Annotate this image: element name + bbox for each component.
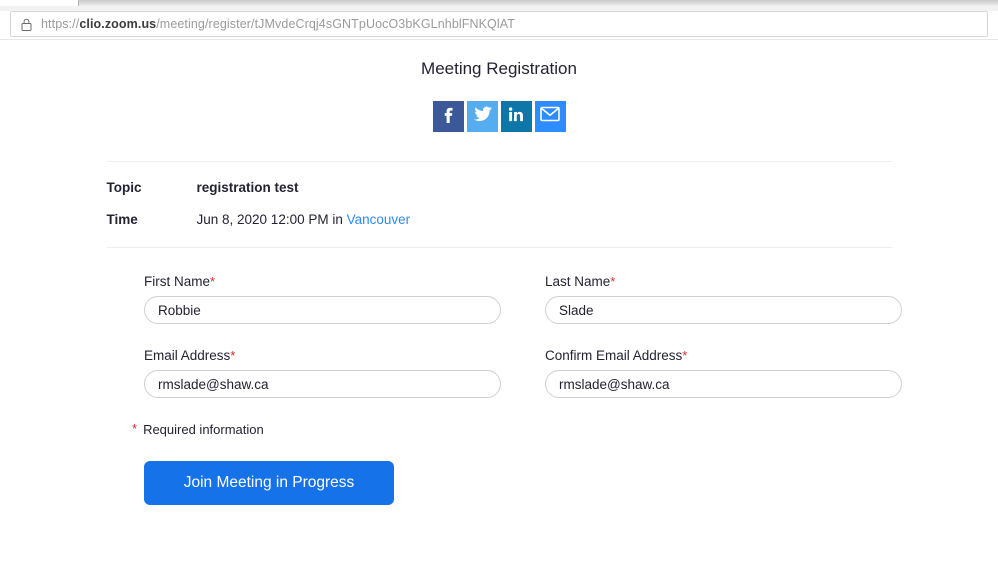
chrome-divider: [0, 38, 998, 40]
field-first-name: First Name*: [144, 274, 501, 324]
first-name-input[interactable]: [144, 296, 501, 324]
confirm-email-input[interactable]: [545, 370, 902, 398]
url-scheme: https://: [41, 17, 80, 31]
page-title: Meeting Registration: [421, 59, 577, 78]
required-information-note: * Required information: [132, 422, 879, 437]
share-facebook-button[interactable]: [432, 101, 464, 132]
facebook-icon: [438, 104, 458, 129]
envelope-icon: [540, 106, 560, 127]
form-row-emails: Email Address* Confirm Email Address*: [144, 348, 902, 398]
registration-form: First Name* Last Name* Email Address* Co…: [119, 274, 902, 505]
field-email: Email Address*: [144, 348, 501, 398]
share-email-button[interactable]: [534, 101, 566, 132]
topic-label: Topic: [106, 180, 142, 195]
last-name-input[interactable]: [545, 296, 902, 324]
first-name-label: First Name*: [144, 274, 501, 289]
address-bar[interactable]: https://clio.zoom.us/meeting/register/tJ…: [10, 11, 988, 37]
last-name-label-text: Last Name: [545, 274, 611, 289]
timezone-link[interactable]: Vancouver: [347, 212, 411, 227]
share-buttons: [0, 101, 998, 132]
share-twitter-button[interactable]: [466, 101, 498, 132]
url-text: https://clio.zoom.us/meeting/register/tJ…: [41, 17, 515, 31]
topic-value: registration test: [196, 180, 299, 195]
form-row-names: First Name* Last Name*: [144, 274, 902, 324]
join-meeting-button[interactable]: Join Meeting in Progress: [144, 461, 394, 505]
required-asterisk: *: [682, 348, 688, 363]
time-label: Time: [106, 212, 138, 227]
linkedin-icon: [507, 105, 526, 129]
first-name-label-text: First Name: [144, 274, 211, 289]
time-value: Jun 8, 2020 12:00 PM in Vancouver: [197, 212, 411, 227]
last-name-label: Last Name*: [545, 274, 902, 289]
required-asterisk: *: [132, 421, 138, 436]
info-row-time: Time Jun 8, 2020 12:00 PM in Vancouver: [107, 212, 892, 227]
page-viewport: Meeting Registration Topic registration …: [0, 41, 998, 571]
email-label: Email Address*: [144, 348, 501, 363]
required-asterisk: *: [610, 274, 616, 289]
meeting-info: Topic registration test Time Jun 8, 2020…: [107, 162, 892, 247]
email-input[interactable]: [144, 370, 501, 398]
field-last-name: Last Name*: [545, 274, 902, 324]
time-text: Jun 8, 2020 12:00 PM in: [196, 212, 347, 227]
lock-icon: [11, 12, 41, 36]
confirm-email-label: Confirm Email Address*: [545, 348, 902, 363]
browser-chrome: https://clio.zoom.us/meeting/register/tJ…: [0, 0, 998, 40]
share-linkedin-button[interactable]: [500, 101, 532, 132]
field-confirm-email: Confirm Email Address*: [545, 348, 902, 398]
info-divider-bottom: [106, 247, 892, 248]
info-row-topic: Topic registration test: [107, 180, 892, 195]
url-path: /meeting/register/tJMvdeCrqj4sGNTpUocO3b…: [156, 17, 515, 31]
email-label-text: Email Address: [144, 348, 231, 363]
twitter-icon: [472, 104, 493, 130]
confirm-email-label-text: Confirm Email Address: [545, 348, 683, 363]
required-note-text: Required information: [143, 422, 264, 437]
required-asterisk: *: [210, 274, 216, 289]
required-asterisk: *: [230, 348, 236, 363]
url-host: clio.zoom.us: [79, 17, 157, 31]
